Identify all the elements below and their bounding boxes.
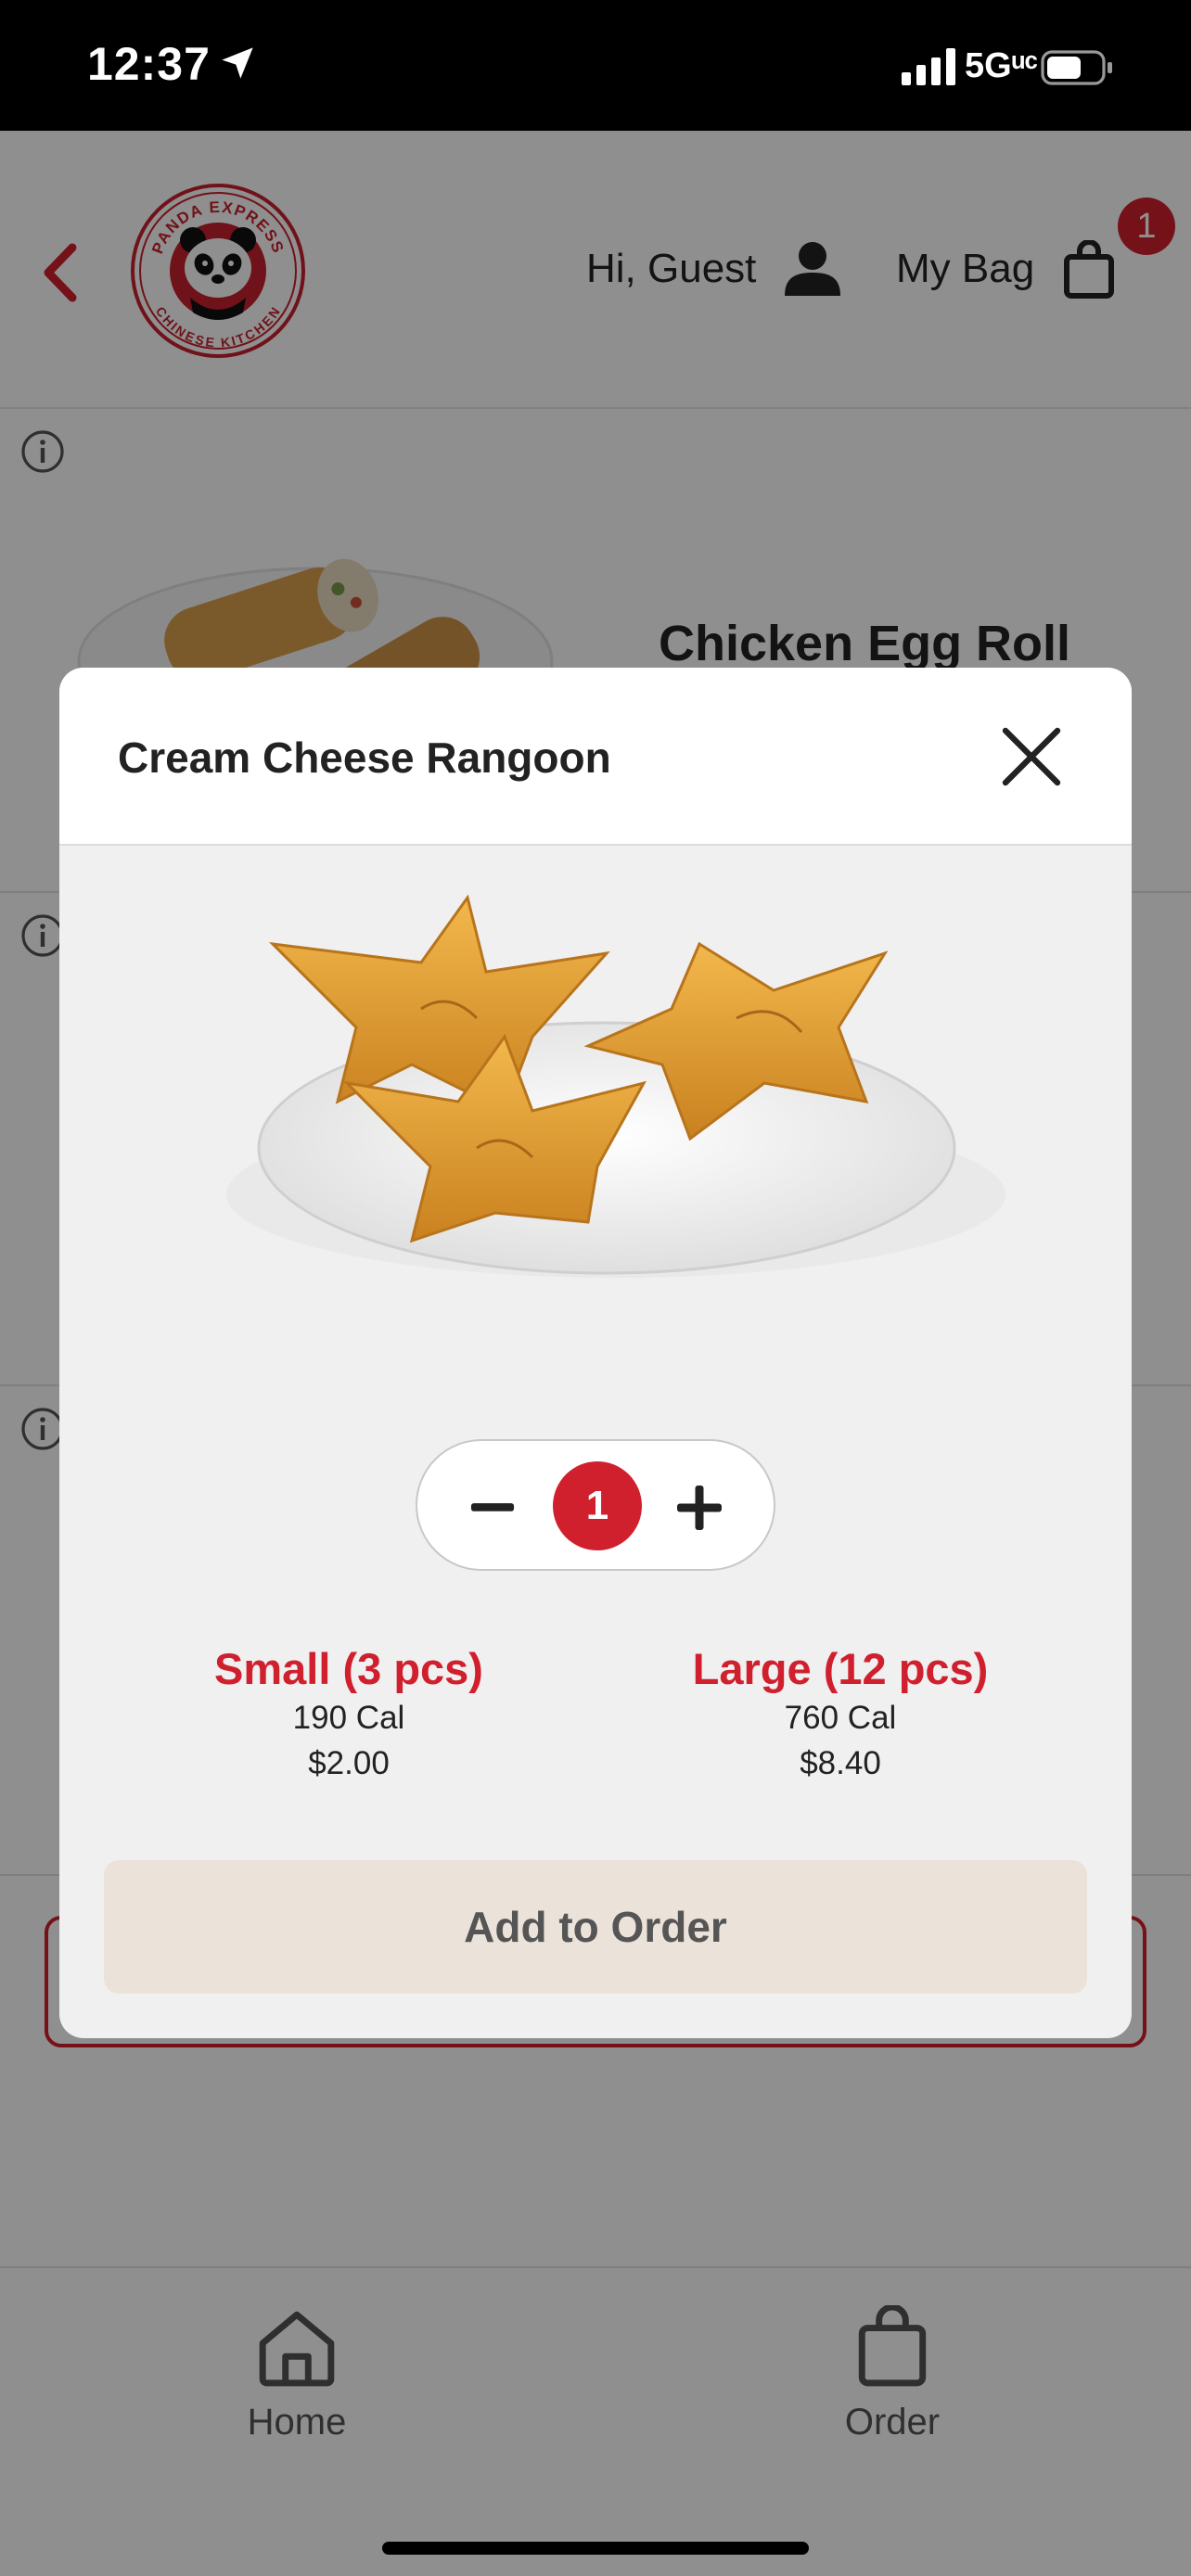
cellular-signal-icon <box>902 48 955 85</box>
quantity-stepper: 1 <box>416 1439 775 1571</box>
modal-title: Cream Cheese Rangoon <box>118 733 611 782</box>
size-name: Large (12 pcs) <box>692 1644 989 1693</box>
status-time: 12:37 <box>87 38 211 90</box>
size-calories: 760 Cal <box>784 1700 897 1737</box>
status-bar: 12:37 5Gᵘᶜ <box>0 0 1191 131</box>
plus-icon[interactable] <box>675 1484 724 1532</box>
rangoon-image <box>226 894 1005 1278</box>
product-modal: Cream Cheese Rangoon 1 Small (3 pcs) 190… <box>59 668 1132 2038</box>
modal-header: Cream Cheese Rangoon <box>59 668 1132 846</box>
close-icon[interactable] <box>1000 725 1063 788</box>
home-indicator <box>382 2542 809 2555</box>
size-option-large[interactable]: Large (12 pcs) 760 Cal $8.40 <box>636 1643 1044 1786</box>
size-price: $8.40 <box>800 1745 881 1782</box>
minus-icon[interactable] <box>469 1484 516 1530</box>
size-price: $2.00 <box>308 1745 390 1782</box>
add-to-order-button[interactable]: Add to Order <box>104 1860 1087 1994</box>
battery-icon <box>1041 50 1112 85</box>
network-indicator: 5Gᵘᶜ <box>965 46 1039 85</box>
size-calories: 190 Cal <box>292 1700 405 1737</box>
quantity-value: 1 <box>553 1461 642 1550</box>
location-arrow-icon <box>222 47 253 79</box>
size-option-small[interactable]: Small (3 pcs) 190 Cal $2.00 <box>145 1643 553 1786</box>
size-name: Small (3 pcs) <box>214 1644 483 1693</box>
